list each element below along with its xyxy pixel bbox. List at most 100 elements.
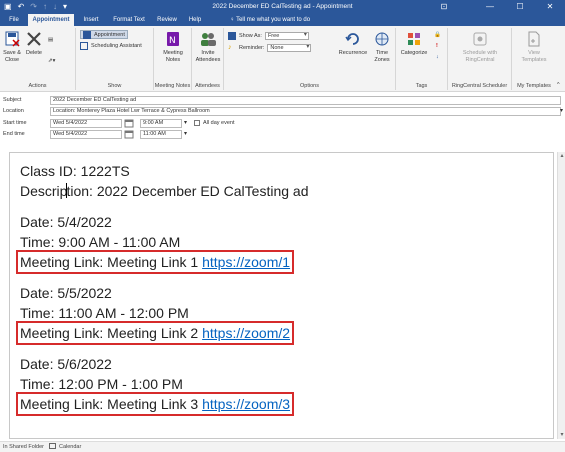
session-1-date: Date: 5/4/2022	[20, 214, 112, 230]
highlight-box: Meeting Link: Meeting Link 2 https://zoo…	[15, 321, 295, 345]
body-scrollbar[interactable]: ▴ ▾	[557, 152, 565, 439]
tell-me-search[interactable]: ♀ Tell me what you want to do	[230, 14, 310, 26]
collapse-ribbon-icon[interactable]: ^	[557, 80, 560, 89]
start-time-row: Start time Wed 5/4/2022 9:00 AM ▾ All da…	[3, 119, 235, 128]
start-date-calendar-icon[interactable]	[124, 119, 134, 128]
group-tags: Categorize 🔒 ! ↓ Tags	[396, 28, 448, 90]
save-close-button[interactable]: Save & Close	[1, 30, 23, 63]
templates-icon	[528, 31, 540, 47]
appointment-window: ▣ ↶ ↷ ↑ ↓ ▾ 2022 December ED CalTesting …	[0, 0, 565, 452]
group-show: Appointment Scheduling Assistant Show	[76, 28, 154, 90]
session-2-date: Date: 5/5/2022	[20, 285, 112, 301]
end-date-calendar-icon[interactable]	[124, 130, 134, 139]
zoom-link-2[interactable]: https://zoom/2	[202, 325, 290, 341]
body-text[interactable]: Class ID: 1222TS Description: 2022 Decem…	[15, 161, 309, 416]
status-bar: In Shared Folder Calendar	[0, 441, 565, 452]
all-day-checkbox[interactable]	[194, 120, 200, 126]
save-close-icon	[5, 31, 20, 47]
invite-attendees-button[interactable]: Invite Attendees	[193, 30, 223, 63]
location-dropdown-icon[interactable]: ▾	[560, 107, 563, 114]
tab-appointment[interactable]: Appointment	[28, 14, 74, 26]
reminder-dropdown[interactable]: None	[267, 43, 312, 52]
tab-help[interactable]: Help	[184, 14, 206, 26]
highlight-box: Meeting Link: Meeting Link 3 https://zoo…	[15, 392, 295, 416]
low-importance-icon[interactable]: ↓	[436, 52, 439, 61]
restore-button[interactable]: ☐	[505, 0, 535, 14]
appointment-form: Subject 2022 December ED CalTesting ad L…	[0, 93, 565, 149]
scheduling-assistant-button[interactable]: Scheduling Assistant	[80, 41, 142, 50]
session-2-time: Time: 11:00 AM - 12:00 PM	[20, 305, 189, 321]
meeting-notes-button[interactable]: N Meeting Notes	[158, 30, 188, 63]
show-as-icon	[228, 31, 236, 40]
svg-text:N: N	[169, 36, 176, 46]
copy-icon[interactable]: ▤	[48, 35, 53, 44]
zoom-link-3[interactable]: https://zoom/3	[202, 396, 290, 412]
recurrence-button[interactable]: Recurrence	[338, 30, 368, 57]
message-body[interactable]: Class ID: 1222TS Description: 2022 Decem…	[9, 152, 554, 439]
group-attendees: Invite Attendees Attendees	[192, 28, 224, 90]
start-time-input[interactable]: 9:00 AM	[140, 119, 182, 128]
delete-icon	[27, 32, 41, 46]
appointment-icon	[83, 30, 91, 39]
recurrence-icon	[345, 33, 359, 45]
categorize-button[interactable]: Categorize	[397, 30, 431, 57]
show-as-row: Show As: Free	[228, 31, 309, 40]
scroll-down-icon[interactable]: ▾	[558, 431, 565, 439]
schedule-ringcentral-button[interactable]: Schedule with RingCentral	[450, 30, 510, 63]
appointment-view-button[interactable]: Appointment	[80, 30, 128, 39]
location-row: Location Location: Monterey Plaza Hotel …	[3, 107, 563, 116]
subject-row: Subject 2022 December ED CalTesting ad	[0, 96, 565, 106]
scroll-up-icon[interactable]: ▴	[558, 152, 565, 160]
group-meeting-notes: N Meeting Notes Meeting Notes	[154, 28, 192, 90]
people-icon	[201, 33, 216, 46]
ringcentral-icon	[473, 32, 487, 46]
ribbon-tabs: File Appointment Insert Format Text Revi…	[0, 14, 565, 26]
end-date-input[interactable]: Wed 5/4/2022	[50, 130, 122, 139]
tab-format-text[interactable]: Format Text	[108, 14, 150, 26]
class-id-line: Class ID: 1222TS	[20, 163, 130, 179]
session-3-link-line: Meeting Link: Meeting Link 3 https://zoo…	[15, 392, 309, 416]
end-time-dropdown-icon[interactable]: ▾	[184, 130, 187, 137]
ribbon-display-icon[interactable]: ⊡	[431, 0, 457, 14]
tab-file[interactable]: File	[4, 14, 24, 26]
show-as-dropdown[interactable]: Free	[264, 31, 309, 40]
private-lock-icon[interactable]: 🔒	[434, 30, 441, 39]
categorize-icon	[408, 33, 420, 45]
zoom-link-1[interactable]: https://zoom/1	[202, 254, 290, 270]
group-actions: Save & Close Delete ▤ ⇗▾ Actions	[0, 28, 76, 90]
view-templates-button[interactable]: View Templates	[514, 30, 554, 63]
group-ringcentral: Schedule with RingCentral RingCentral Sc…	[448, 28, 512, 90]
onenote-icon: N	[167, 32, 179, 46]
highlight-box: Meeting Link: Meeting Link 1 https://zoo…	[15, 250, 295, 274]
start-time-dropdown-icon[interactable]: ▾	[184, 119, 187, 126]
location-input[interactable]: Location: Monterey Plaza Hotel Lwr Terra…	[50, 107, 561, 116]
close-button[interactable]: ✕	[535, 0, 565, 14]
ribbon: Save & Close Delete ▤ ⇗▾ Actions Appoint…	[0, 26, 565, 92]
group-my-templates: View Templates My Templates	[512, 28, 556, 90]
group-options: Show As: Free ♪ Reminder: None Recurrenc…	[224, 28, 396, 90]
high-importance-icon[interactable]: !	[436, 41, 438, 50]
subject-input[interactable]: 2022 December ED CalTesting ad	[50, 96, 561, 105]
globe-icon	[375, 32, 389, 46]
time-zones-button[interactable]: Time Zones	[370, 30, 394, 63]
session-1-link-line: Meeting Link: Meeting Link 1 https://zoo…	[15, 250, 309, 274]
description-line: Description: 2022 December ED CalTesting…	[20, 183, 309, 199]
reminder-row: ♪ Reminder: None	[228, 43, 312, 52]
session-1-time: Time: 9:00 AM - 11:00 AM	[20, 234, 181, 250]
end-time-input[interactable]: 11:00 AM	[140, 130, 182, 139]
start-date-input[interactable]: Wed 5/4/2022	[50, 119, 122, 128]
title-bar: ▣ ↶ ↷ ↑ ↓ ▾ 2022 December ED CalTesting …	[0, 0, 565, 14]
end-time-row: End time Wed 5/4/2022 11:00 AM ▾	[3, 130, 188, 139]
scheduling-icon	[80, 41, 88, 50]
tab-review[interactable]: Review	[152, 14, 182, 26]
minimize-button[interactable]: —	[475, 0, 505, 14]
calendar-icon	[48, 443, 56, 449]
session-3-date: Date: 5/6/2022	[20, 356, 112, 372]
forward-icon[interactable]: ⇗▾	[48, 56, 55, 65]
tab-insert[interactable]: Insert	[78, 14, 104, 26]
session-2-link-line: Meeting Link: Meeting Link 2 https://zoo…	[15, 321, 309, 345]
session-3-time: Time: 12:00 PM - 1:00 PM	[20, 376, 183, 392]
window-controls: ⊡ — ☐ ✕	[431, 0, 565, 14]
bell-icon: ♪	[228, 43, 232, 51]
delete-button[interactable]: Delete	[23, 30, 45, 57]
